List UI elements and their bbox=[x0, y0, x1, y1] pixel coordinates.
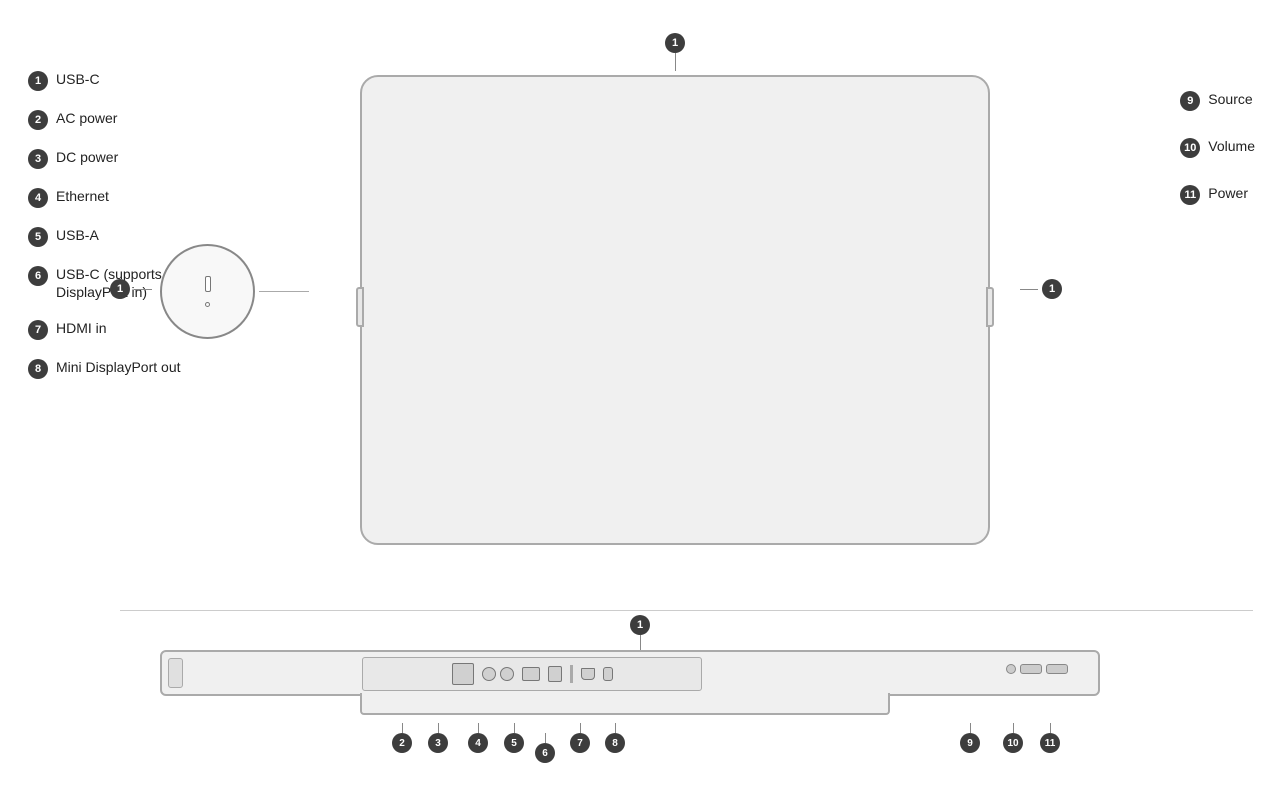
left-legend: 1 USB-C 2 AC power 3 DC power 4 Ethernet 5 USB-A 6… bbox=[28, 70, 181, 379]
badge-11-callout: 11 bbox=[1040, 723, 1060, 753]
mini-dp-port bbox=[603, 667, 613, 681]
left-legend-item-6: 6USB-C (supports DisplayPort in) bbox=[28, 265, 181, 301]
badge-4-callout: 4 bbox=[468, 723, 488, 753]
left-legend-item-8: 8 Mini DisplayPort out bbox=[28, 358, 181, 379]
legend-badge-right-10: 10 bbox=[1180, 138, 1200, 158]
magnify-connector-line bbox=[259, 291, 309, 292]
legend-label-8: Mini DisplayPort out bbox=[56, 358, 181, 376]
badge-2-callout: 2 bbox=[392, 723, 412, 753]
source-button bbox=[1006, 664, 1016, 674]
legend-badge-3: 3 bbox=[28, 149, 48, 169]
left-legend-item-3: 3 DC power bbox=[28, 148, 181, 169]
right-tab bbox=[986, 287, 994, 327]
left-tab bbox=[356, 287, 364, 327]
left-legend-item-5: 5 USB-A bbox=[28, 226, 181, 247]
top-callout-line bbox=[675, 53, 676, 71]
right-callout-badge: 1 bbox=[1042, 279, 1062, 299]
badge-7-callout: 7 bbox=[570, 723, 590, 753]
left-callout-line bbox=[134, 289, 152, 290]
badge-5-callout: 5 bbox=[504, 723, 524, 753]
bottom-view: 1 bbox=[160, 625, 1120, 780]
left-legend-item-2: 2 AC power bbox=[28, 109, 181, 130]
right-legend-item-9: 9 Source bbox=[1180, 90, 1255, 111]
legend-badge-2: 2 bbox=[28, 110, 48, 130]
front-view: 1 1 1 bbox=[340, 55, 1010, 565]
left-magnified-area bbox=[160, 244, 309, 339]
port-usbc-icon bbox=[205, 276, 211, 292]
page: 1 USB-C 2 AC power 3 DC power 4 Ethernet 5 USB-A 6… bbox=[0, 0, 1283, 807]
legend-label-5: USB-A bbox=[56, 226, 99, 244]
power-button bbox=[1046, 664, 1068, 674]
ac-power-port bbox=[452, 663, 474, 685]
right-callout-line bbox=[1020, 289, 1038, 290]
left-legend-item-4: 4 Ethernet bbox=[28, 187, 181, 208]
hdmi-port bbox=[581, 668, 595, 680]
left-callout-badge-area: 1 bbox=[110, 279, 152, 299]
volume-button bbox=[1020, 664, 1042, 674]
legend-badge-8: 8 bbox=[28, 359, 48, 379]
bottom-top-callout: 1 bbox=[630, 615, 650, 651]
legend-label-3: DC power bbox=[56, 148, 118, 166]
left-legend-item-7: 7 HDMI in bbox=[28, 319, 181, 340]
legend-badge-right-11: 11 bbox=[1180, 185, 1200, 205]
usba-port bbox=[548, 666, 562, 682]
legend-badge-4: 4 bbox=[28, 188, 48, 208]
left-callout-badge: 1 bbox=[110, 279, 130, 299]
device-bottom-body bbox=[160, 650, 1100, 696]
top-callout-badge: 1 bbox=[665, 33, 685, 53]
legend-label-right-11: Power bbox=[1208, 184, 1248, 202]
legend-label-4: Ethernet bbox=[56, 187, 109, 205]
device-body bbox=[360, 75, 990, 545]
ethernet-port bbox=[522, 667, 540, 681]
legend-badge-5: 5 bbox=[28, 227, 48, 247]
legend-label-right-9: Source bbox=[1208, 90, 1252, 108]
legend-label-right-10: Volume bbox=[1208, 137, 1255, 155]
badge-6-callout: 6 bbox=[535, 733, 555, 763]
port-cluster-area bbox=[362, 657, 702, 691]
divider bbox=[120, 610, 1253, 611]
port-dot-icon bbox=[205, 302, 210, 307]
right-legend: 9 Source 10 Volume 11 Power bbox=[1180, 90, 1255, 205]
badge-10-callout: 10 bbox=[1003, 723, 1023, 753]
left-legend-item-1: 1 USB-C bbox=[28, 70, 181, 91]
left-edge-detail bbox=[168, 658, 183, 688]
badge-3-callout: 3 bbox=[428, 723, 448, 753]
right-callout-badge-area: 1 bbox=[1020, 279, 1062, 299]
legend-label-7: HDMI in bbox=[56, 319, 107, 337]
legend-badge-right-9: 9 bbox=[1180, 91, 1200, 111]
legend-badge-1: 1 bbox=[28, 71, 48, 91]
badge-9-callout: 9 bbox=[960, 723, 980, 753]
right-legend-item-11: 11 Power bbox=[1180, 184, 1255, 205]
legend-badge-6: 6 bbox=[28, 266, 48, 286]
legend-badge-7: 7 bbox=[28, 320, 48, 340]
dc-ports bbox=[482, 667, 514, 681]
device-stand bbox=[360, 693, 890, 715]
badge-8-callout: 8 bbox=[605, 723, 625, 753]
right-side-buttons bbox=[1006, 664, 1068, 674]
right-legend-item-10: 10 Volume bbox=[1180, 137, 1255, 158]
divider-line-1 bbox=[570, 665, 573, 683]
legend-label-1: USB-C bbox=[56, 70, 100, 88]
legend-label-2: AC power bbox=[56, 109, 117, 127]
